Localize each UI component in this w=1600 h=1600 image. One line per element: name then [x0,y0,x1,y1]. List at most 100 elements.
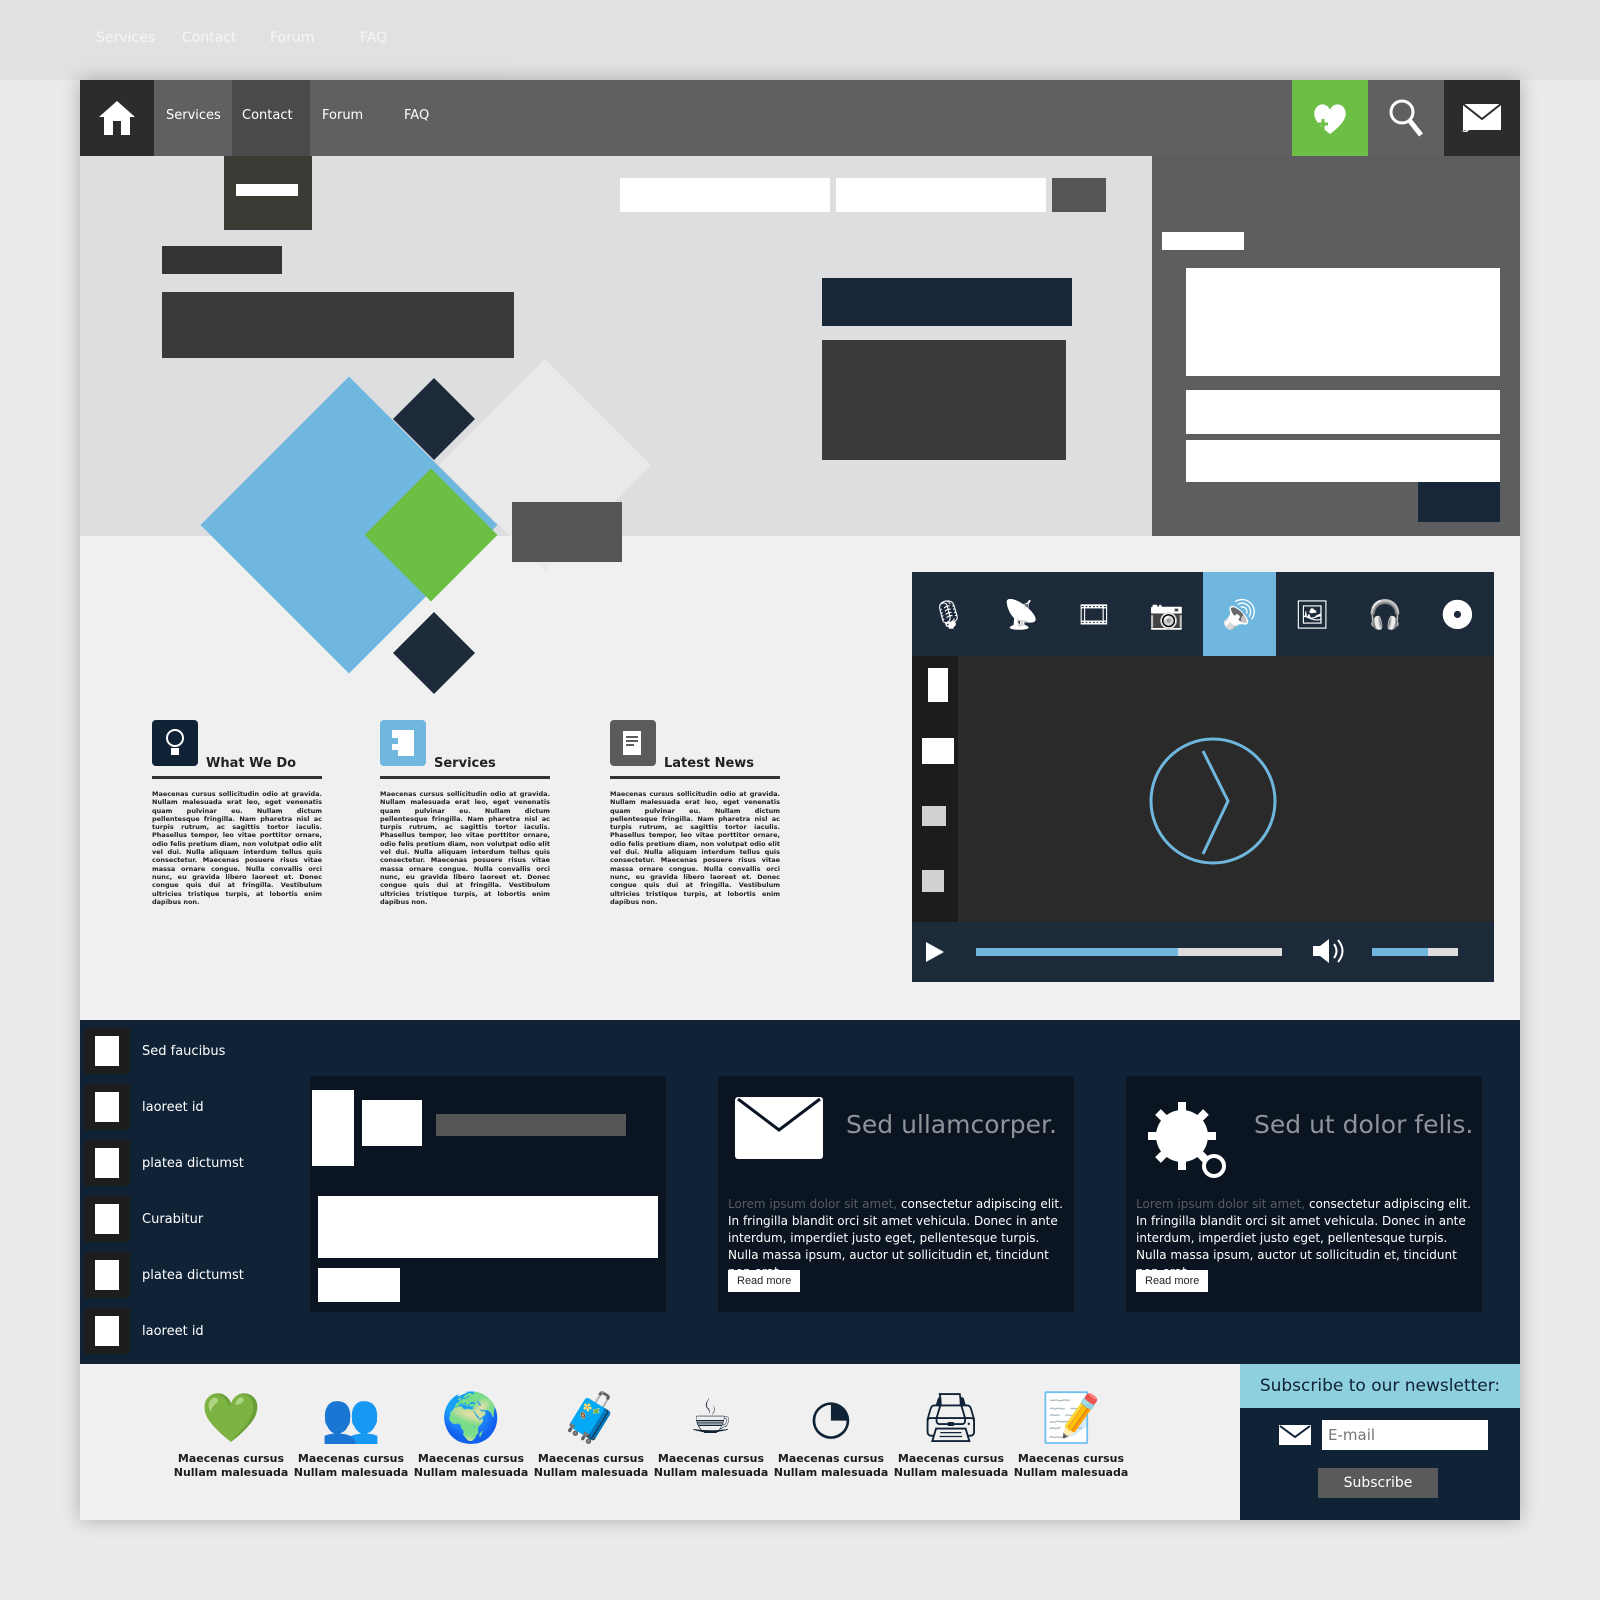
lightbulb-icon [152,720,198,766]
luggage-icon: 🧳 [561,1389,621,1446]
sidebar-item-label: Curabitur [142,1211,204,1227]
feature-line1: Maecenas cursus [297,1452,405,1465]
sidebar-item[interactable]: laoreet id [84,1308,284,1354]
speaker-tool-button[interactable]: 🔊 [1203,572,1276,656]
feature-line2: Nullam malesuada [293,1466,409,1479]
sidebar-item-label: laoreet id [142,1323,204,1339]
feature-item[interactable]: 📝 Maecenas cursus Nullam malesuada [1012,1382,1130,1480]
hero-input-2[interactable] [836,178,1046,212]
headphones-tool-button[interactable]: 🎧 [1349,572,1422,656]
signal-icon[interactable] [922,870,944,892]
subscribe-button[interactable]: Subscribe [1318,1468,1438,1498]
box-title: Sed ullamcorper. [846,1110,1057,1139]
feature-item[interactable]: ☕ Maecenas cursus Nullam malesuada [652,1382,770,1480]
phone-icon[interactable] [928,668,948,702]
globe-icon: 🌍 [441,1389,501,1446]
photo-icon: 🖼 [1294,597,1330,631]
mail-button[interactable]: 3 [1444,80,1520,156]
feature-line1: Maecenas cursus [897,1452,1005,1465]
ghost-nav-faq: FAQ [360,30,388,46]
read-more-button[interactable]: Read more [728,1270,801,1292]
film-tool-button[interactable]: 🎞 [1058,572,1131,656]
box-text: Lorem ipsum dolor sit amet, consectetur … [728,1196,1070,1281]
devices-icon [312,1090,354,1166]
feature-line1: Maecenas cursus [177,1452,285,1465]
side-panel-submit[interactable] [1418,482,1500,522]
devices-box-button[interactable] [318,1268,400,1302]
column-text: Maecenas cursus sollicitudin odio at gra… [152,790,322,906]
play-circle-icon[interactable] [1148,736,1278,866]
sidebar-item[interactable]: platea dictumst [84,1252,284,1298]
feature-line1: Maecenas cursus [537,1452,645,1465]
box-title: Sed ut dolor felis. [1254,1110,1474,1139]
feature-item[interactable]: 🖨 Maecenas cursus Nullam malesuada [892,1382,1010,1480]
feature-item[interactable]: 👥 Maecenas cursus Nullam malesuada [292,1382,410,1480]
puzzle-icon [380,720,426,766]
email-input[interactable] [1322,1420,1488,1450]
feature-line2: Nullam malesuada [893,1466,1009,1479]
pie-chart-icon: ◔ [810,1389,852,1445]
mail-count: 3 [1462,122,1470,135]
contact-dropdown [224,156,312,230]
heart-plus-icon: 💚 [201,1389,261,1446]
speaker-icon: 🔊 [1221,597,1257,631]
side-panel-field-2[interactable] [1186,390,1500,434]
column-title: Services [434,756,496,771]
feature-line2: Nullam malesuada [1013,1466,1129,1479]
coffee-icon: ☕ [689,1389,733,1445]
side-panel-field-1[interactable] [1186,268,1500,376]
read-more-button[interactable]: Read more [1136,1270,1209,1292]
sidebar-item[interactable]: laoreet id [84,1084,284,1130]
equalizer-icon[interactable] [922,806,946,826]
screen-icon[interactable] [922,738,954,764]
hero-panel-body [822,340,1066,460]
microphone-tool-button[interactable]: 🎙 [912,572,985,656]
feature-item[interactable]: 💚 Maecenas cursus Nullam malesuada [172,1382,290,1480]
hero-input-1[interactable] [620,178,830,212]
nav-contact[interactable]: Contact [242,108,293,123]
search-button[interactable] [1368,80,1444,156]
sidebar-item[interactable]: platea dictumst [84,1140,284,1186]
background-nav-ghost: Services Contact Forum FAQ [0,0,1600,80]
disc-tool-button[interactable]: 💿 [1421,572,1494,656]
hero-heading [162,246,282,274]
printer-icon: 🖨 [920,1389,982,1446]
side-panel-field-3[interactable] [1186,440,1500,482]
media-controls [912,922,1494,982]
people-icon: 👥 [321,1389,381,1446]
feature-item[interactable]: 🧳 Maecenas cursus Nullam malesuada [532,1382,650,1480]
feature-item[interactable]: ◔ Maecenas cursus Nullam malesuada [772,1382,890,1480]
volume-slider[interactable] [1372,948,1458,956]
mail-icon [1279,1425,1311,1445]
progress-bar[interactable] [976,948,1282,956]
feature-item[interactable]: 🌍 Maecenas cursus Nullam malesuada [412,1382,530,1480]
sidebar-item[interactable]: Sed faucibus [84,1028,284,1074]
contact-box: Sed ullamcorper. Lorem ipsum dolor sit a… [718,1076,1074,1312]
headphones-icon: 🎧 [1367,597,1403,631]
page-icon [84,1140,130,1186]
envelope-icon [735,1097,823,1159]
hero-button[interactable] [1052,178,1106,212]
film-icon: 🎞 [1076,597,1112,631]
features-dark-section: Sed faucibus laoreet id platea dictumst Cur… [80,1020,1520,1364]
column-text: Maecenas cursus sollicitudin odio at gra… [380,790,550,906]
nav-faq[interactable]: FAQ [404,108,429,123]
camera-tool-button[interactable]: 📷 [1130,572,1203,656]
volume-icon[interactable] [1310,936,1346,966]
page-icon [84,1028,130,1074]
page-icon [84,1084,130,1130]
play-icon[interactable] [924,940,946,964]
feature-line2: Nullam malesuada [533,1466,649,1479]
home-icon [99,101,135,135]
nav-services[interactable]: Services [166,108,221,123]
feature-line1: Maecenas cursus [417,1452,525,1465]
photo-tool-button[interactable]: 🖼 [1276,572,1349,656]
broadcast-tool-button[interactable]: 📡 [985,572,1058,656]
favorite-button[interactable] [1292,80,1368,156]
feature-line1: Maecenas cursus [657,1452,765,1465]
sidebar-item[interactable]: Curabitur [84,1196,284,1242]
home-button[interactable] [80,80,154,156]
camera-icon: 📷 [1149,597,1185,631]
nav-forum[interactable]: Forum [322,108,363,123]
ghost-nav-forum: Forum [270,30,315,46]
